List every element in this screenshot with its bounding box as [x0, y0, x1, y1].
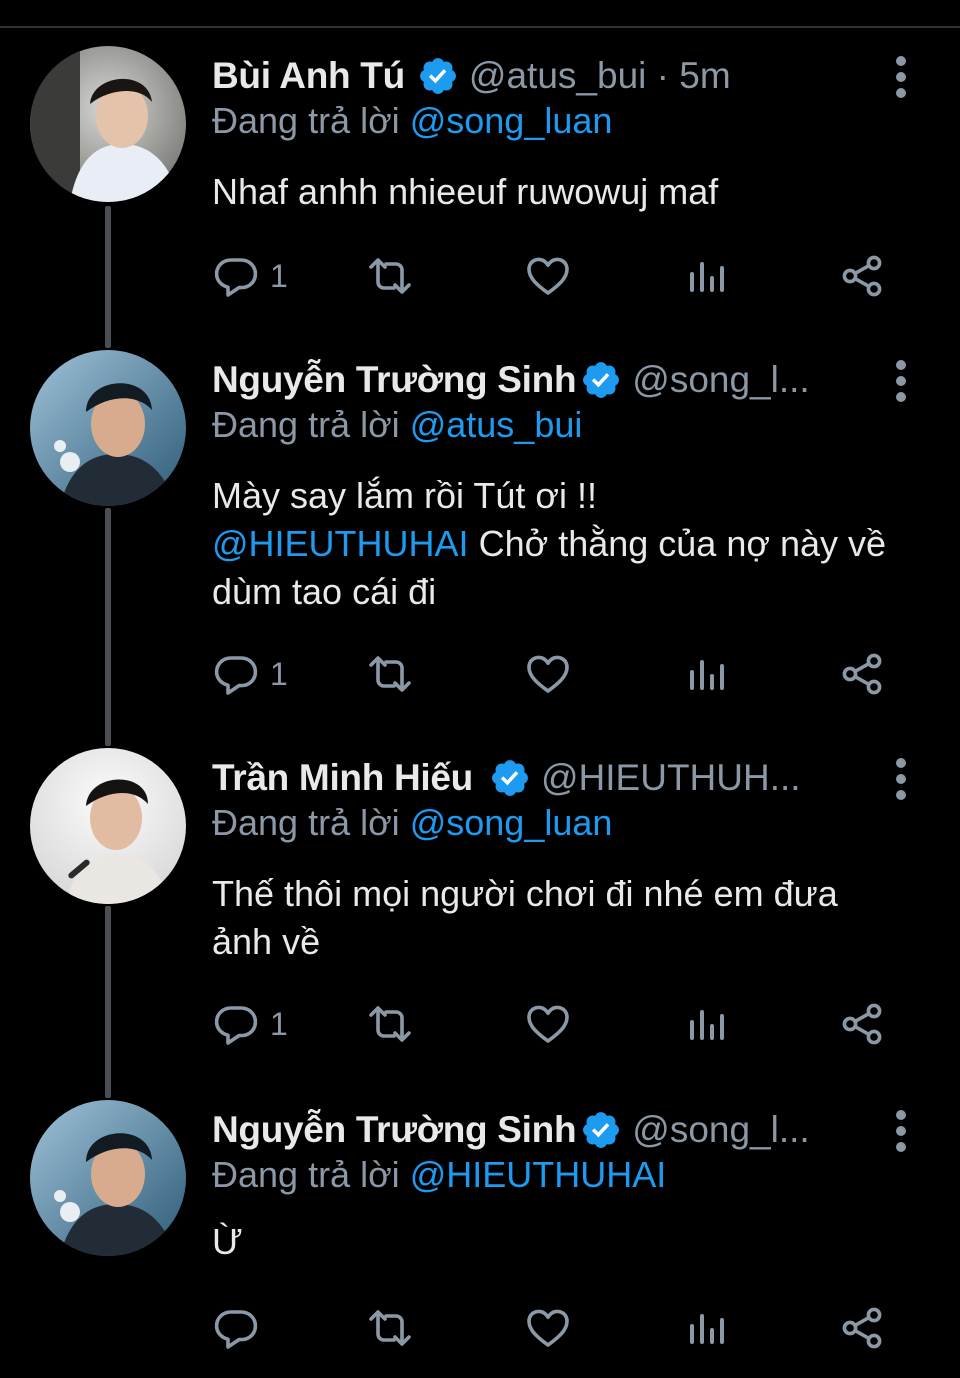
verified-badge-icon — [580, 1109, 622, 1151]
verified-badge-icon — [580, 359, 622, 401]
share-button[interactable] — [838, 1298, 886, 1358]
reply-mention-link[interactable]: @HIEUTHUHAI — [410, 1154, 667, 1195]
reply-icon — [212, 650, 260, 698]
like-icon — [524, 1304, 572, 1352]
replying-to: Đang trả lời @atus_bui — [212, 404, 582, 446]
action-bar: 1 — [212, 246, 912, 306]
reply-icon — [212, 1304, 260, 1352]
reply-prefix: Đang trả lời — [212, 404, 400, 445]
analytics-icon — [682, 1000, 730, 1048]
avatar[interactable] — [30, 46, 186, 202]
reply-button[interactable]: 1 — [212, 644, 288, 704]
more-options-icon[interactable] — [886, 1110, 916, 1154]
share-button[interactable] — [838, 644, 886, 704]
handle-time[interactable]: @atus_bui · 5m — [469, 55, 731, 97]
tweet-text-line: Mày say lắm rồi Tút ơi !! — [212, 475, 598, 516]
like-icon — [524, 252, 572, 300]
tweet[interactable]: Trần Minh Hiếu @HIEUTHUH... Đang trả lời… — [0, 748, 960, 1094]
handle-time[interactable]: @HIEUTHUH... — [541, 757, 801, 799]
reply-icon — [212, 252, 260, 300]
action-bar: 1 — [212, 644, 912, 704]
avatar-photo — [30, 748, 186, 904]
like-icon — [524, 1000, 572, 1048]
verified-badge-icon — [489, 757, 531, 799]
avatar[interactable] — [30, 350, 186, 506]
retweet-icon — [366, 252, 414, 300]
display-name[interactable]: Nguyễn Trường Sinh — [212, 359, 577, 401]
reply-count: 1 — [270, 655, 288, 692]
avatar[interactable] — [30, 748, 186, 904]
reply-button[interactable] — [212, 1298, 270, 1358]
reply-count: 1 — [270, 1005, 288, 1042]
avatar-photo — [30, 46, 186, 202]
avatar-photo — [30, 350, 186, 506]
reply-mention-link[interactable]: @song_luan — [410, 802, 613, 843]
reply-mention-link[interactable]: @song_luan — [410, 100, 613, 141]
share-icon — [838, 252, 886, 300]
verified-badge-icon — [417, 55, 459, 97]
replying-to: Đang trả lời @HIEUTHUHAI — [212, 1154, 666, 1196]
share-icon — [838, 650, 886, 698]
action-bar — [212, 1298, 912, 1358]
tweet-text-content: Ừ — [212, 1221, 243, 1262]
retweet-button[interactable] — [366, 644, 414, 704]
more-options-icon[interactable] — [886, 56, 916, 100]
reply-icon — [212, 1000, 260, 1048]
tweet-text: Mày say lắm rồi Tút ơi !! @HIEUTHUHAI Ch… — [212, 472, 932, 616]
like-icon — [524, 650, 572, 698]
more-options-icon[interactable] — [886, 758, 916, 802]
like-button[interactable] — [524, 644, 572, 704]
like-button[interactable] — [524, 246, 572, 306]
avatar-photo — [30, 1100, 186, 1256]
analytics-icon — [682, 650, 730, 698]
display-name[interactable]: Nguyễn Trường Sinh — [212, 1109, 577, 1151]
retweet-button[interactable] — [366, 994, 414, 1054]
retweet-icon — [366, 650, 414, 698]
share-button[interactable] — [838, 246, 886, 306]
display-name[interactable]: Trần Minh Hiếu — [212, 757, 473, 799]
display-name[interactable]: Bùi Anh Tú — [212, 55, 405, 97]
top-divider — [0, 26, 960, 28]
avatar[interactable] — [30, 1100, 186, 1256]
reply-button[interactable]: 1 — [212, 994, 288, 1054]
reply-prefix: Đang trả lời — [212, 100, 400, 141]
reply-button[interactable]: 1 — [212, 246, 288, 306]
reply-mention-link[interactable]: @atus_bui — [410, 404, 583, 445]
reply-prefix: Đang trả lời — [212, 802, 400, 843]
analytics-button[interactable] — [682, 994, 730, 1054]
tweet-text-content: Nhaf anhh nhieeuf ruwowuj maf — [212, 171, 719, 212]
replying-to: Đang trả lời @song_luan — [212, 802, 612, 844]
tweet[interactable]: Nguyễn Trường Sinh @song_l... Đang trả l… — [0, 1100, 960, 1370]
tweet-text: Thế thôi mọi người chơi đi nhé em đưa ản… — [212, 870, 872, 966]
analytics-icon — [682, 1304, 730, 1352]
retweet-button[interactable] — [366, 1298, 414, 1358]
mention-link[interactable]: @HIEUTHUHAI — [212, 523, 469, 564]
analytics-button[interactable] — [682, 1298, 730, 1358]
tweet-text-content: Thế thôi mọi người chơi đi nhé em đưa ản… — [212, 873, 838, 962]
retweet-icon — [366, 1000, 414, 1048]
retweet-icon — [366, 1304, 414, 1352]
tweet-text: Nhaf anhh nhieeuf ruwowuj maf — [212, 168, 932, 216]
more-options-icon[interactable] — [886, 360, 916, 404]
tweet[interactable]: Nguyễn Trường Sinh @song_l... Đang trả l… — [0, 350, 960, 740]
handle-time[interactable]: @song_l... — [632, 1109, 809, 1151]
share-icon — [838, 1000, 886, 1048]
handle-time[interactable]: @song_l... — [632, 359, 809, 401]
analytics-button[interactable] — [682, 246, 730, 306]
like-button[interactable] — [524, 1298, 572, 1358]
like-button[interactable] — [524, 994, 572, 1054]
action-bar: 1 — [212, 994, 912, 1054]
share-button[interactable] — [838, 994, 886, 1054]
reply-prefix: Đang trả lời — [212, 1154, 400, 1195]
analytics-button[interactable] — [682, 644, 730, 704]
analytics-icon — [682, 252, 730, 300]
retweet-button[interactable] — [366, 246, 414, 306]
reply-count: 1 — [270, 257, 288, 294]
replying-to: Đang trả lời @song_luan — [212, 100, 612, 142]
tweet-text: Ừ — [212, 1218, 932, 1266]
share-icon — [838, 1304, 886, 1352]
tweet[interactable]: Bùi Anh Tú @atus_bui · 5m Đang trả lời @… — [0, 46, 960, 346]
